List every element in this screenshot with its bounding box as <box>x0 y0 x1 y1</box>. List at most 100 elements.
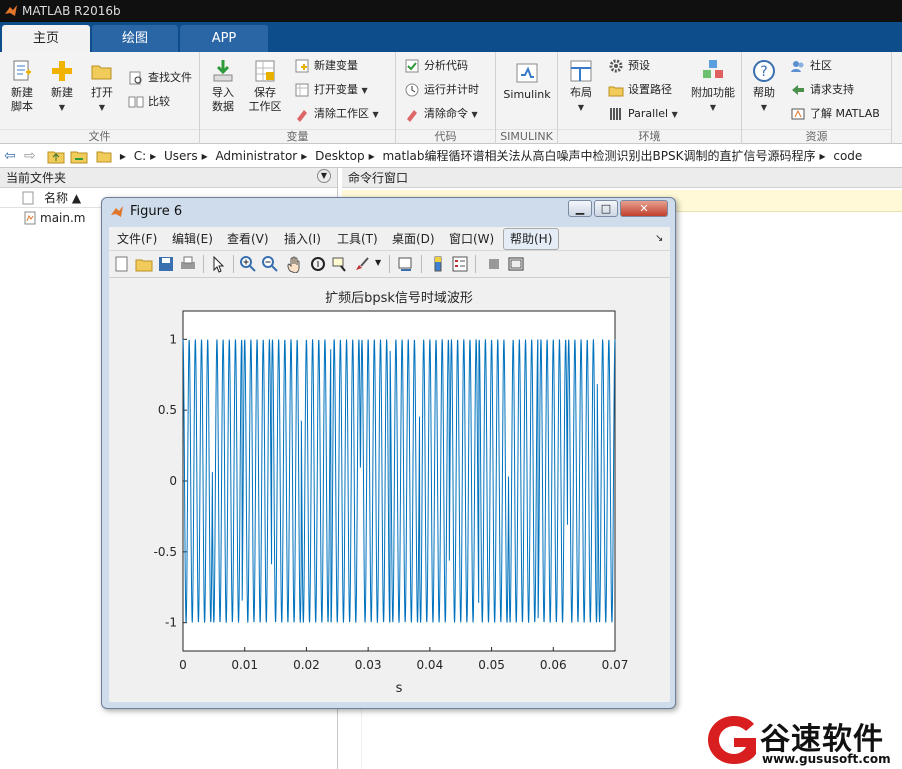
app-title: MATLAB R2016b <box>22 4 121 18</box>
variable-group: 导入 数据 保存 工作区 新建变量 打开变量 ▼ 清除工作区 ▼ 变量 <box>200 52 396 144</box>
request-support-button[interactable]: 请求支持 <box>790 80 854 100</box>
menu-file[interactable]: 文件(F) <box>117 227 157 251</box>
tab-plots[interactable]: 绘图 <box>92 25 178 52</box>
new-variable-button[interactable]: 新建变量 <box>294 56 358 76</box>
legend-icon[interactable] <box>451 255 469 273</box>
address-bar: ⇦ ⇨ ▸ C: ▸ Users ▸ Administrator ▸ Desktop ▸… <box>0 144 902 168</box>
variable-group-label: 变量 <box>200 129 395 143</box>
maximize-button[interactable]: □ <box>594 200 618 217</box>
crumb-administrator[interactable]: Administrator <box>215 149 297 163</box>
close-button[interactable]: ✕ <box>620 200 668 217</box>
command-window-header: 命令行窗口 <box>342 168 902 188</box>
chart[interactable]: 扩频后bpsk信号时域波形 s 0 0.01 0.02 0.03 0.04 0.05 0.0… <box>109 278 670 702</box>
pointer-icon[interactable] <box>209 255 227 273</box>
resources-group: ? 帮助 ▼ 社区 请求支持 了解 MATLAB 资源 <box>742 52 892 144</box>
toolbar-divider <box>475 255 476 273</box>
plot-area: 扩频后bpsk信号时域波形 s 0 0.01 0.02 0.03 0.04 0.05 0.0… <box>109 278 670 702</box>
clear-workspace-button[interactable]: 清除工作区 ▼ <box>294 104 379 124</box>
menu-window[interactable]: 窗口(W) <box>449 227 494 251</box>
open-variable-icon <box>295 83 309 97</box>
help-caret-icon: ▼ <box>760 103 768 112</box>
menu-view[interactable]: 查看(V) <box>227 227 269 251</box>
minimize-button[interactable]: ▁ <box>568 200 592 217</box>
ribbon: 新建 脚本 新建 ▼ 打开 ▼ 查找文件 比较 文件 导入 数据 保存 工作区 … <box>0 52 902 144</box>
x-tick-label: 0.07 <box>602 658 629 672</box>
crumb-drive[interactable]: C: <box>134 149 146 163</box>
crumb-separator-icon: ▸ <box>150 149 157 163</box>
simulink-button[interactable]: Simulink <box>500 60 554 102</box>
community-button[interactable]: 社区 <box>790 56 832 76</box>
print-icon[interactable] <box>179 255 197 273</box>
x-axis-label: s <box>396 681 403 696</box>
crumb-project-folder[interactable]: matlab编程循环谱相关法从高白噪声中检测识别出BPSK调制的直扩信号源码程序 <box>382 149 815 163</box>
y-tick-label: -0.5 <box>154 545 177 559</box>
open-variable-button[interactable]: 打开变量 ▼ <box>294 80 368 100</box>
x-tick-label: 0.02 <box>293 658 320 672</box>
learn-matlab-button[interactable]: 了解 MATLAB <box>790 104 880 124</box>
addons-caret-icon: ▼ <box>709 103 717 112</box>
ribbon-tabbar: 主页 绘图 APP <box>0 22 902 52</box>
gear-icon <box>609 59 623 73</box>
find-files-button[interactable]: 查找文件 <box>128 68 192 88</box>
new-script-button[interactable]: 新建 脚本 <box>4 58 40 114</box>
new-button[interactable]: 新建 ▼ <box>44 58 80 115</box>
brush-icon[interactable] <box>353 255 371 273</box>
crumb-code[interactable]: code <box>833 149 862 163</box>
run-and-time-button[interactable]: 运行并计时 <box>404 80 479 100</box>
brush-caret-icon[interactable]: ▼ <box>375 258 381 267</box>
file-name: main.m <box>40 211 86 225</box>
menu-desktop[interactable]: 桌面(D) <box>392 227 435 251</box>
pan-hand-icon[interactable] <box>285 255 303 273</box>
zoom-out-icon[interactable] <box>261 255 279 273</box>
new-figure-icon[interactable] <box>113 255 131 273</box>
resources-group-label: 资源 <box>742 129 891 143</box>
y-tick-label: 1 <box>169 332 177 346</box>
watermark-logo: 谷速软件 www.gususoft.com <box>700 712 902 769</box>
environment-group-label: 环境 <box>558 129 741 143</box>
x-tick-label: 0 <box>179 658 187 672</box>
help-button[interactable]: ? 帮助 ▼ <box>748 58 780 115</box>
set-path-button[interactable]: 设置路径 <box>608 80 672 100</box>
dock-arrow-icon[interactable]: ↘ <box>655 227 663 251</box>
compare-button[interactable]: 比较 <box>128 92 170 112</box>
preferences-button[interactable]: 预设 <box>608 56 650 76</box>
data-cursor-icon[interactable] <box>331 255 349 273</box>
code-group: 分析代码 运行并计时 清除命令 ▼ 代码 <box>396 52 496 144</box>
parallel-button[interactable]: Parallel ▼ <box>608 104 678 124</box>
save-workspace-button[interactable]: 保存 工作区 <box>246 58 284 114</box>
hide-tools-icon[interactable] <box>485 255 503 273</box>
browse-folder-icon[interactable] <box>70 148 88 164</box>
colorbar-icon[interactable] <box>429 255 447 273</box>
crumb-users[interactable]: Users <box>164 149 198 163</box>
clear-commands-button[interactable]: 清除命令 ▼ <box>404 104 478 124</box>
run-and-time-icon <box>405 83 419 97</box>
simulink-group-label: SIMULINK <box>496 129 557 143</box>
link-plot-icon[interactable] <box>397 255 415 273</box>
up-folder-icon[interactable] <box>47 148 65 164</box>
menu-edit[interactable]: 编辑(E) <box>172 227 213 251</box>
new-script-icon <box>13 60 31 81</box>
layout-icon <box>570 60 592 82</box>
menu-help[interactable]: 帮助(H) <box>503 228 560 250</box>
open-button[interactable]: 打开 ▼ <box>84 58 120 115</box>
clear-workspace-icon <box>297 110 307 122</box>
menu-insert[interactable]: 插入(I) <box>284 227 321 251</box>
rotate-3d-icon[interactable] <box>309 255 327 273</box>
crumb-desktop[interactable]: Desktop <box>315 149 365 163</box>
crumb-separator-icon: ▸ <box>301 149 308 163</box>
analyze-code-button[interactable]: 分析代码 <box>404 56 468 76</box>
layout-button[interactable]: 布局 ▼ <box>564 58 598 115</box>
zoom-in-icon[interactable] <box>239 255 257 273</box>
addons-button[interactable]: 附加功能 ▼ <box>688 58 738 115</box>
tab-apps[interactable]: APP <box>180 25 268 52</box>
save-icon[interactable] <box>157 255 175 273</box>
tab-home[interactable]: 主页 <box>2 25 90 52</box>
parallel-caret-icon: ▼ <box>671 110 678 119</box>
import-data-button[interactable]: 导入 数据 <box>204 58 242 114</box>
panel-menu-icon[interactable]: ▼ <box>317 169 331 183</box>
forward-arrow-icon[interactable]: ⇨ <box>24 144 36 168</box>
menu-tools[interactable]: 工具(T) <box>337 227 378 251</box>
show-tools-icon[interactable] <box>507 255 525 273</box>
open-file-icon[interactable] <box>135 255 153 273</box>
back-arrow-icon[interactable]: ⇦ <box>4 144 16 168</box>
